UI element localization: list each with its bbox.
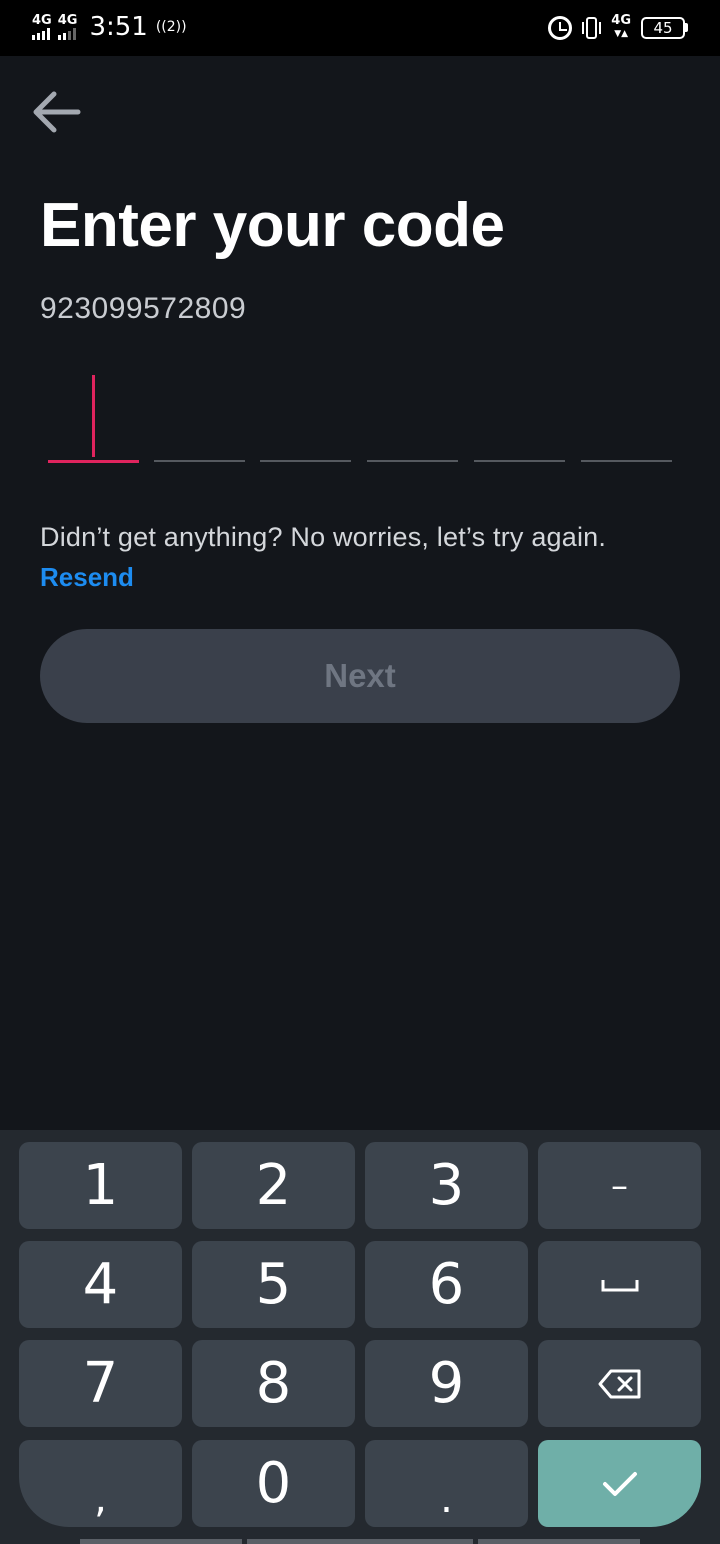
code-digit-4[interactable] <box>367 370 458 466</box>
check-icon <box>602 1471 637 1496</box>
resend-link[interactable]: Resend <box>40 562 134 593</box>
key-1[interactable]: 1 <box>19 1142 182 1229</box>
network-indicator-1: 4G <box>32 14 52 40</box>
keyboard-bottom-edge <box>247 1539 473 1544</box>
network-indicator-2: 4G <box>57 13 78 40</box>
key-4[interactable]: 4 <box>19 1241 182 1328</box>
battery-level: 45 <box>641 16 685 39</box>
digit-underline <box>367 460 458 462</box>
code-digit-6[interactable] <box>581 370 672 466</box>
keyboard-bottom-edge <box>80 1539 242 1544</box>
back-arrow-icon[interactable] <box>28 84 84 140</box>
help-text: Didn’t get anything? No worries, let’s t… <box>40 522 607 552</box>
phone-number: 923099572809 <box>40 292 247 325</box>
key-comma[interactable]: , <box>19 1440 182 1527</box>
page-title: Enter your code <box>40 191 505 260</box>
key-3[interactable]: 3 <box>365 1142 528 1229</box>
network-type-2: 4G <box>57 13 78 28</box>
key-8[interactable]: 8 <box>192 1340 355 1427</box>
backspace-icon <box>598 1369 640 1398</box>
digit-underline <box>48 460 139 463</box>
numeric-keyboard: 1 2 3 – 4 5 6 7 8 9 , 0 . <box>0 1130 720 1544</box>
battery-icon: 45 <box>641 16 688 39</box>
vibrate-icon <box>582 16 602 39</box>
code-digit-3[interactable] <box>260 370 351 466</box>
key-9[interactable]: 9 <box>365 1340 528 1427</box>
key-enter[interactable] <box>538 1440 701 1527</box>
key-0[interactable]: 0 <box>192 1440 355 1527</box>
digit-underline <box>260 460 351 462</box>
alarm-icon <box>548 15 573 40</box>
network-type-3: 4G ▼▲ <box>611 13 631 39</box>
network-type-1: 4G <box>32 13 52 28</box>
signal-bars-icon <box>57 28 76 40</box>
key-7[interactable]: 7 <box>19 1340 182 1427</box>
next-button[interactable]: Next <box>40 629 680 723</box>
digit-underline <box>581 460 672 462</box>
status-bar: 4G 4G 3:51 ((2)) 4G ▼▲ 45 <box>0 0 720 56</box>
key-backspace[interactable] <box>538 1340 701 1427</box>
key-6[interactable]: 6 <box>365 1241 528 1328</box>
signal-bars-icon <box>32 28 50 40</box>
keyboard-bottom-edge <box>478 1539 640 1544</box>
code-input[interactable] <box>48 370 672 466</box>
text-caret <box>92 375 95 457</box>
key-5[interactable]: 5 <box>192 1241 355 1328</box>
hotspot-icon: ((2)) <box>155 19 187 35</box>
status-left: 4G 4G 3:51 ((2)) <box>32 12 187 42</box>
verification-screen: 4G 4G 3:51 ((2)) 4G ▼▲ 45 Enter your cod… <box>0 0 720 1544</box>
key-dot[interactable]: . <box>365 1440 528 1527</box>
key-2[interactable]: 2 <box>192 1142 355 1229</box>
space-icon <box>601 1279 638 1291</box>
digit-underline <box>154 460 245 462</box>
code-digit-1[interactable] <box>48 370 139 466</box>
key-dash[interactable]: – <box>538 1142 701 1229</box>
digit-underline <box>474 460 565 462</box>
status-right: 4G ▼▲ 45 <box>548 13 688 40</box>
code-digit-2[interactable] <box>154 370 245 466</box>
code-digit-5[interactable] <box>474 370 565 466</box>
key-dot-label: . <box>440 1475 453 1522</box>
status-time: 3:51 <box>89 12 148 42</box>
key-space[interactable] <box>538 1241 701 1328</box>
key-comma-label: , <box>94 1475 107 1522</box>
